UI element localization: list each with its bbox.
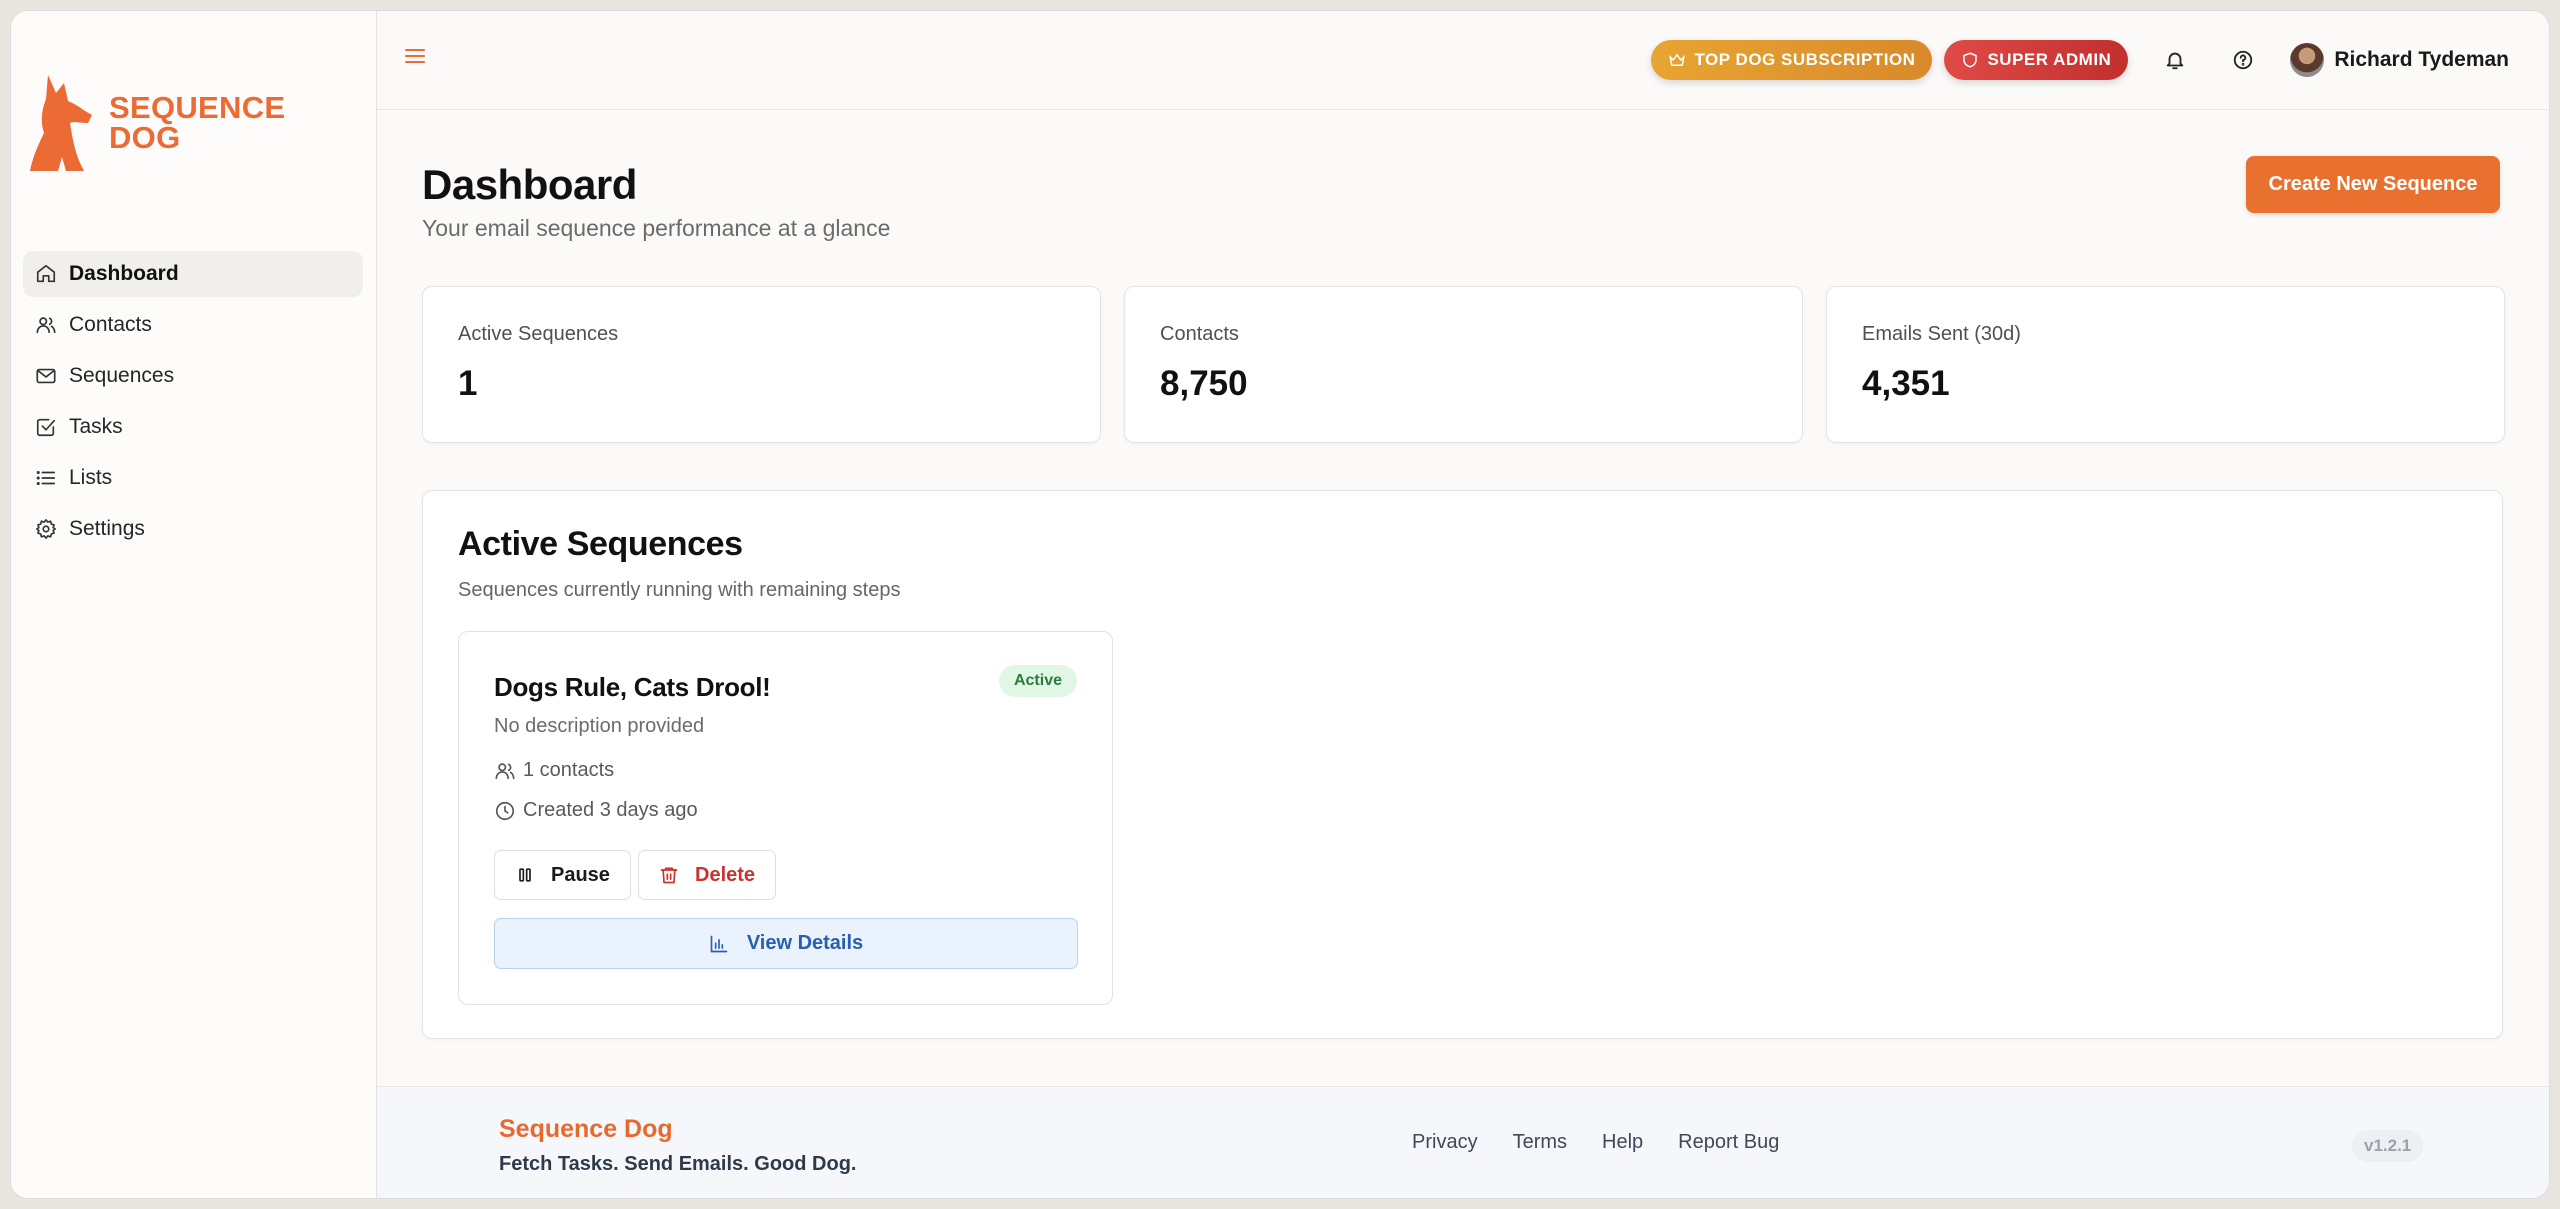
stat-label: Active Sequences: [458, 323, 619, 345]
users-icon: [36, 317, 56, 334]
app-window: SEQUENCE DOG Dashboard Contacts Sequence…: [10, 10, 2550, 1199]
create-sequence-button[interactable]: Create New Sequence: [2246, 156, 2500, 213]
mail-icon: [36, 368, 56, 384]
user-name: Richard Tydeman: [2334, 48, 2509, 71]
check-square-icon: [36, 418, 56, 437]
pause-label: Pause: [551, 863, 610, 886]
status-badge: Active: [998, 665, 1077, 697]
sidebar-item-tasks[interactable]: Tasks: [23, 404, 363, 450]
stat-label: Emails Sent (30d): [1862, 323, 2021, 345]
logo[interactable]: SEQUENCE DOG: [26, 73, 285, 173]
menu-toggle-icon[interactable]: [405, 49, 425, 67]
stats-row: Active Sequences 1 Contacts 8,750 Emails…: [422, 286, 2505, 443]
main-content: TOP DOG SUBSCRIPTION SUPER ADMIN Richard…: [377, 11, 2549, 1198]
sidebar: SEQUENCE DOG Dashboard Contacts Sequence…: [11, 11, 377, 1198]
sequence-card: Dogs Rule, Cats Drool! Active No descrip…: [458, 631, 1113, 1005]
trash-icon: [660, 867, 678, 884]
sidebar-item-label: Sequences: [69, 364, 175, 387]
active-sequences-panel: Active Sequences Sequences currently run…: [422, 490, 2503, 1039]
stat-card-contacts: Contacts 8,750: [1124, 286, 1803, 443]
panel-title: Active Sequences: [458, 525, 743, 563]
stat-card-emails-sent: Emails Sent (30d) 4,351: [1826, 286, 2505, 443]
footer-brand: Sequence Dog: [499, 1115, 673, 1143]
sequence-description: No description provided: [494, 715, 705, 737]
stat-value: 4,351: [1862, 364, 1950, 403]
stat-label: Contacts: [1160, 323, 1239, 345]
sidebar-item-label: Contacts: [69, 313, 152, 336]
help-button[interactable]: [2222, 39, 2264, 81]
admin-label: SUPER ADMIN: [1987, 50, 2112, 69]
sidebar-item-settings[interactable]: Settings: [23, 506, 363, 552]
clock-icon: [495, 801, 515, 820]
sidebar-item-label: Tasks: [69, 415, 123, 438]
delete-button[interactable]: Delete: [638, 850, 777, 900]
stat-value: 8,750: [1160, 364, 1248, 403]
sequence-created: Created 3 days ago: [494, 799, 698, 822]
home-icon: [36, 264, 56, 283]
page-header: Dashboard Your email sequence performanc…: [422, 161, 890, 242]
stat-value: 1: [458, 364, 478, 403]
users-icon: [495, 762, 515, 779]
footer: Sequence Dog Fetch Tasks. Send Emails. G…: [377, 1086, 2549, 1198]
subscription-badge[interactable]: TOP DOG SUBSCRIPTION: [1651, 40, 1933, 80]
view-details-button[interactable]: View Details: [494, 918, 1078, 969]
contacts-count: 1 contacts: [523, 759, 615, 781]
notifications-button[interactable]: [2154, 39, 2196, 81]
topbar-actions: TOP DOG SUBSCRIPTION SUPER ADMIN Richard…: [1651, 39, 2509, 81]
details-label: View Details: [746, 932, 864, 954]
stat-card-active-sequences: Active Sequences 1: [422, 286, 1101, 443]
logo-line-2: DOG: [109, 120, 181, 155]
topbar: TOP DOG SUBSCRIPTION SUPER ADMIN Richard…: [377, 11, 2549, 110]
shield-icon: [1963, 52, 1978, 68]
dog-logo-icon: [30, 75, 92, 171]
question-circle-icon: [2234, 50, 2253, 70]
user-menu[interactable]: Richard Tydeman: [2290, 43, 2509, 77]
page-subtitle: Your email sequence performance at a gla…: [422, 215, 891, 241]
sidebar-item-lists[interactable]: Lists: [23, 455, 363, 501]
list-icon: [36, 470, 56, 486]
crown-icon: [1669, 53, 1686, 66]
sidebar-item-label: Dashboard: [69, 262, 179, 285]
subscription-label: TOP DOG SUBSCRIPTION: [1694, 50, 1916, 69]
sidebar-item-contacts[interactable]: Contacts: [23, 302, 363, 348]
sidebar-item-sequences[interactable]: Sequences: [23, 353, 363, 399]
sidebar-nav: Dashboard Contacts Sequences Tasks Lists…: [23, 251, 363, 557]
delete-label: Delete: [695, 863, 756, 886]
footer-link-terms[interactable]: Terms: [1513, 1131, 1567, 1154]
sidebar-item-dashboard[interactable]: Dashboard: [23, 251, 363, 297]
sequence-contacts: 1 contacts: [494, 759, 614, 782]
version-badge: v1.2.1: [2352, 1130, 2424, 1162]
sidebar-item-label: Lists: [69, 466, 113, 489]
avatar: [2290, 43, 2325, 77]
footer-link-privacy[interactable]: Privacy: [1412, 1131, 1478, 1154]
panel-subtitle: Sequences currently running with remaini…: [458, 579, 901, 601]
sequence-name: Dogs Rule, Cats Drool!: [494, 672, 771, 702]
sidebar-item-label: Settings: [69, 517, 145, 540]
bar-chart-icon: [710, 935, 728, 952]
pause-icon: [519, 868, 531, 882]
gear-icon: [36, 519, 56, 539]
admin-badge[interactable]: SUPER ADMIN: [1944, 40, 2129, 80]
footer-links: Privacy Terms Help Report Bug: [1412, 1131, 1814, 1154]
bell-icon: [2167, 52, 2184, 70]
page-title: Dashboard: [422, 161, 637, 208]
footer-tagline: Fetch Tasks. Send Emails. Good Dog.: [499, 1153, 857, 1175]
logo-line-1: SEQUENCE: [109, 90, 286, 125]
footer-link-report-bug[interactable]: Report Bug: [1678, 1131, 1779, 1154]
footer-link-help[interactable]: Help: [1602, 1131, 1643, 1154]
pause-button[interactable]: Pause: [494, 850, 631, 900]
created-text: Created 3 days ago: [523, 799, 698, 821]
